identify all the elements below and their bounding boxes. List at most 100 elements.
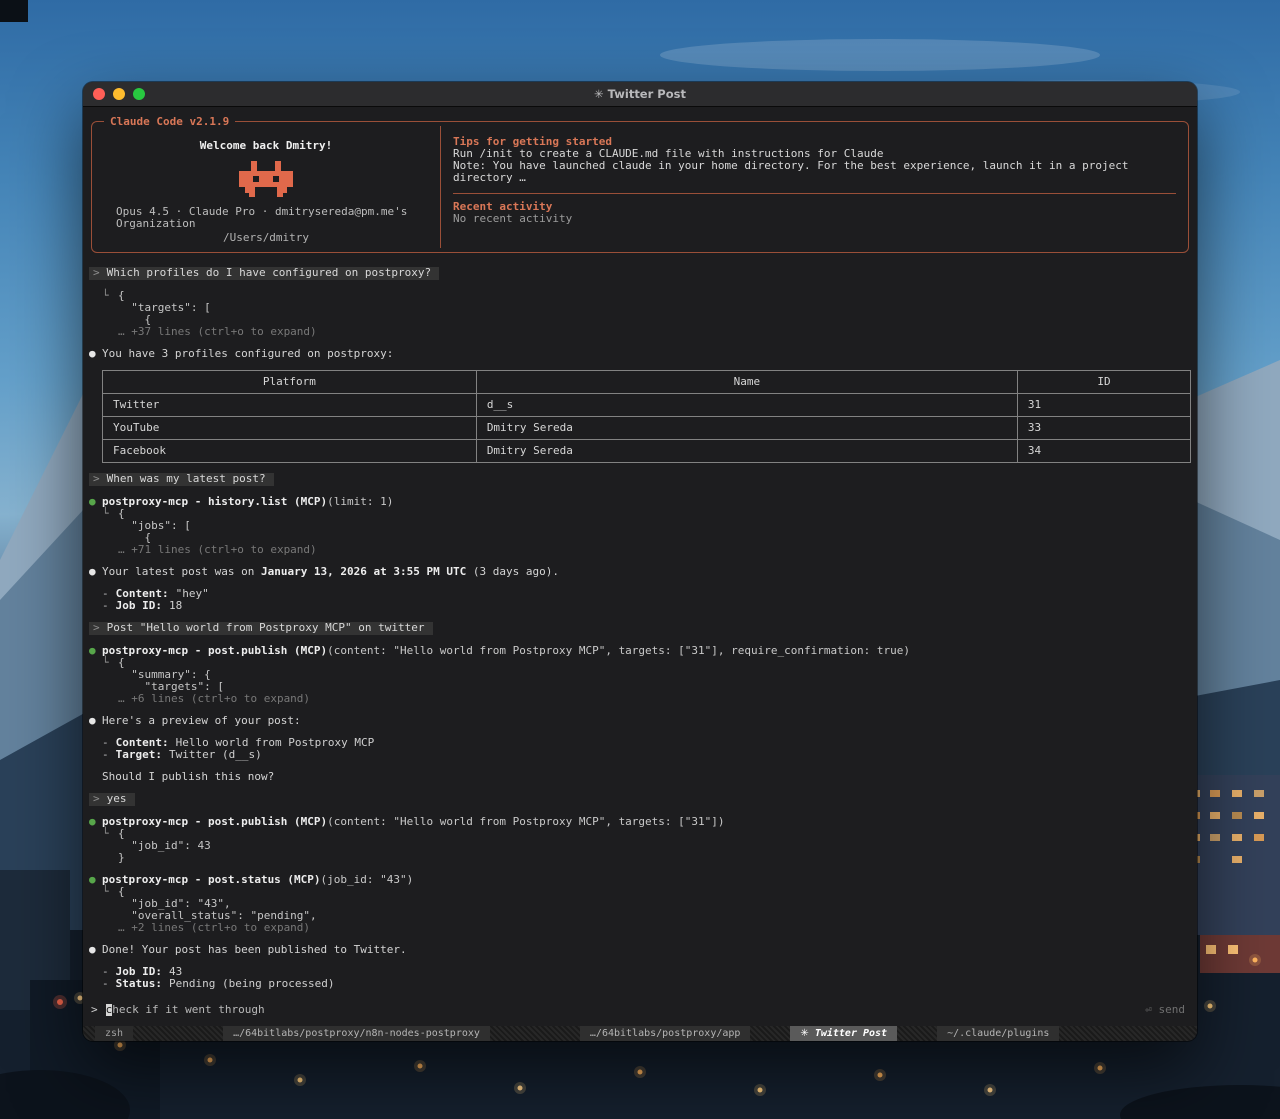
user-message-text: Post "Hello world from Postproxy MCP" on… bbox=[107, 621, 425, 634]
detail-item: -Target: Twitter (d__s) bbox=[102, 749, 1191, 761]
claude-code-header: Claude Code v2.1.9 Welcome back Dmitry! … bbox=[91, 121, 1189, 253]
input-text: heck if it went through bbox=[112, 1004, 264, 1016]
user-message-text: Which profiles do I have configured on p… bbox=[107, 266, 432, 279]
table-cell: YouTube bbox=[103, 417, 477, 440]
table-header: Platform bbox=[103, 371, 477, 394]
text-segment-bold: January 13, 2026 at 3:55 PM UTC bbox=[261, 565, 466, 578]
assistant-text: Your latest post was on January 13, 2026… bbox=[102, 566, 559, 578]
tool-name: postproxy-mcp - post.publish (MCP) bbox=[102, 644, 327, 657]
user-prefix: > bbox=[93, 621, 100, 634]
assistant-text: Here's a preview of your post: bbox=[102, 715, 301, 727]
tool-bullet-icon: ● bbox=[89, 496, 102, 508]
detail-list: -Content:Hello world from Postproxy MCP … bbox=[102, 737, 1191, 761]
assistant-question: Should I publish this now? bbox=[102, 771, 1191, 783]
table-header: Name bbox=[476, 371, 1017, 394]
user-message: > Which profiles do I have configured on … bbox=[89, 267, 1191, 280]
result-json: { "jobs": [ { bbox=[118, 508, 191, 544]
assistant-bullet-icon: ● bbox=[89, 566, 102, 578]
statusbar-gap bbox=[133, 1026, 223, 1041]
screen-corner bbox=[0, 0, 28, 22]
detail-item: -Content:"hey" bbox=[102, 588, 1191, 600]
result-elbow-icon: └ bbox=[102, 508, 118, 544]
collapsed-lines-note: … +37 lines (ctrl+o to expand) bbox=[118, 326, 1191, 338]
input-prompt: > bbox=[91, 1004, 98, 1016]
assistant-message: ● Here's a preview of your post: bbox=[89, 715, 1191, 727]
collapsed-lines-note: … +6 lines (ctrl+o to expand) bbox=[118, 693, 1191, 705]
item-label: Status: bbox=[116, 978, 162, 990]
user-message: >yes bbox=[89, 793, 1191, 806]
user-message: > Post "Hello world from Postproxy MCP" o… bbox=[89, 622, 1191, 635]
assistant-bullet-icon: ● bbox=[89, 944, 102, 956]
detail-item: -Status:Pending (being processed) bbox=[102, 978, 1191, 990]
window-titlebar[interactable]: ✳ Twitter Post bbox=[83, 82, 1197, 107]
user-prefix: > bbox=[93, 266, 100, 279]
statusbar-item-zsh[interactable]: zsh bbox=[95, 1026, 133, 1041]
table-cell: d__s bbox=[476, 394, 1017, 417]
tip-line: Note: You have launched claude in your h… bbox=[453, 160, 1176, 184]
result-elbow-icon: └ bbox=[102, 828, 118, 864]
send-hint: ⏎ send bbox=[1145, 1004, 1185, 1016]
recent-activity-body: No recent activity bbox=[453, 213, 1176, 225]
tool-args: (job_id: "43") bbox=[321, 873, 414, 886]
tool-args: (content: "Hello world from Postproxy MC… bbox=[327, 644, 910, 657]
statusbar-item-plugins[interactable]: ~/.claude/plugins bbox=[937, 1026, 1059, 1041]
tool-result: └{ "job_id": 43 } bbox=[102, 828, 1191, 864]
tool-name: postproxy-mcp - post.publish (MCP) bbox=[102, 815, 327, 828]
traffic-lights bbox=[83, 88, 145, 100]
claude-mascot-icon bbox=[239, 161, 293, 197]
item-label: Job ID: bbox=[116, 600, 162, 612]
working-directory: /Users/dmitry bbox=[102, 232, 430, 244]
table-cell: 34 bbox=[1017, 440, 1190, 463]
terminal-content[interactable]: Claude Code v2.1.9 Welcome back Dmitry! … bbox=[83, 107, 1197, 1026]
result-elbow-icon: └ bbox=[102, 657, 118, 693]
header-left-column: Welcome back Dmitry! Opus 4.5 · Claude P… bbox=[92, 122, 440, 252]
assistant-bullet-icon: ● bbox=[89, 348, 102, 360]
close-button[interactable] bbox=[93, 88, 105, 100]
collapsed-lines-note: … +71 lines (ctrl+o to expand) bbox=[118, 544, 1191, 556]
welcome-text: Welcome back Dmitry! bbox=[102, 140, 430, 152]
tool-bullet-icon: ● bbox=[89, 816, 102, 828]
item-dash: - bbox=[102, 600, 109, 612]
section-divider bbox=[453, 193, 1176, 194]
item-dash: - bbox=[102, 749, 109, 761]
detail-item: -Job ID: 18 bbox=[102, 600, 1191, 612]
zoom-button[interactable] bbox=[133, 88, 145, 100]
detail-item: -Content:Hello world from Postproxy MCP bbox=[102, 737, 1191, 749]
item-label: Target: bbox=[116, 749, 162, 761]
result-elbow-icon: └ bbox=[102, 290, 118, 326]
assistant-text: Done! Your post has been published to Tw… bbox=[102, 944, 407, 956]
result-elbow-icon: └ bbox=[102, 886, 118, 922]
table-cell: 33 bbox=[1017, 417, 1190, 440]
statusbar-gap bbox=[750, 1026, 790, 1041]
profiles-table: Platform Name ID Twitter d__s 31 YouTube… bbox=[102, 370, 1191, 463]
result-json: { "targets": [ { bbox=[118, 290, 211, 326]
user-prefix: > bbox=[93, 472, 100, 485]
tool-call: ● postproxy-mcp - history.list (MCP)(lim… bbox=[89, 496, 1191, 508]
statusbar-gap bbox=[897, 1026, 937, 1041]
header-box-label: Claude Code v2.1.9 bbox=[104, 116, 235, 128]
collapsed-lines-note: … +2 lines (ctrl+o to expand) bbox=[118, 922, 1191, 934]
text-segment: Your latest post was on bbox=[102, 565, 261, 578]
statusbar-item-path[interactable]: …/64bitlabs/postproxy/app bbox=[580, 1026, 751, 1041]
tool-call: ● postproxy-mcp - post.publish (MCP)(con… bbox=[89, 816, 1191, 828]
table-cell: Dmitry Sereda bbox=[476, 440, 1017, 463]
statusbar-item-active[interactable]: ✳ Twitter Post bbox=[790, 1026, 897, 1041]
assistant-bullet-icon: ● bbox=[89, 715, 102, 727]
terminal-input[interactable]: > c heck if it went through ⏎ send bbox=[89, 1000, 1191, 1023]
tool-result: └{ "summary": { "targets": [ … +6 lines … bbox=[102, 657, 1191, 705]
tool-bullet-icon: ● bbox=[89, 874, 102, 886]
tool-name: postproxy-mcp - post.status (MCP) bbox=[102, 873, 321, 886]
user-prefix: > bbox=[93, 792, 100, 805]
text-cursor: c bbox=[106, 1004, 113, 1016]
tool-result: └{ "jobs": [ { … +71 lines (ctrl+o to ex… bbox=[102, 508, 1191, 556]
item-value: Pending (being processed) bbox=[169, 978, 335, 990]
minimize-button[interactable] bbox=[113, 88, 125, 100]
table-header: ID bbox=[1017, 371, 1190, 394]
item-value: Twitter (d__s) bbox=[169, 749, 262, 761]
statusbar-item-path[interactable]: …/64bitlabs/postproxy/n8n-nodes-postprox… bbox=[223, 1026, 490, 1041]
result-json: { "summary": { "targets": [ bbox=[118, 657, 224, 693]
item-value: 18 bbox=[169, 600, 182, 612]
user-message: >When was my latest post? bbox=[89, 473, 1191, 486]
detail-list: -Job ID:43 -Status:Pending (being proces… bbox=[102, 966, 1191, 990]
table-cell: 31 bbox=[1017, 394, 1190, 417]
